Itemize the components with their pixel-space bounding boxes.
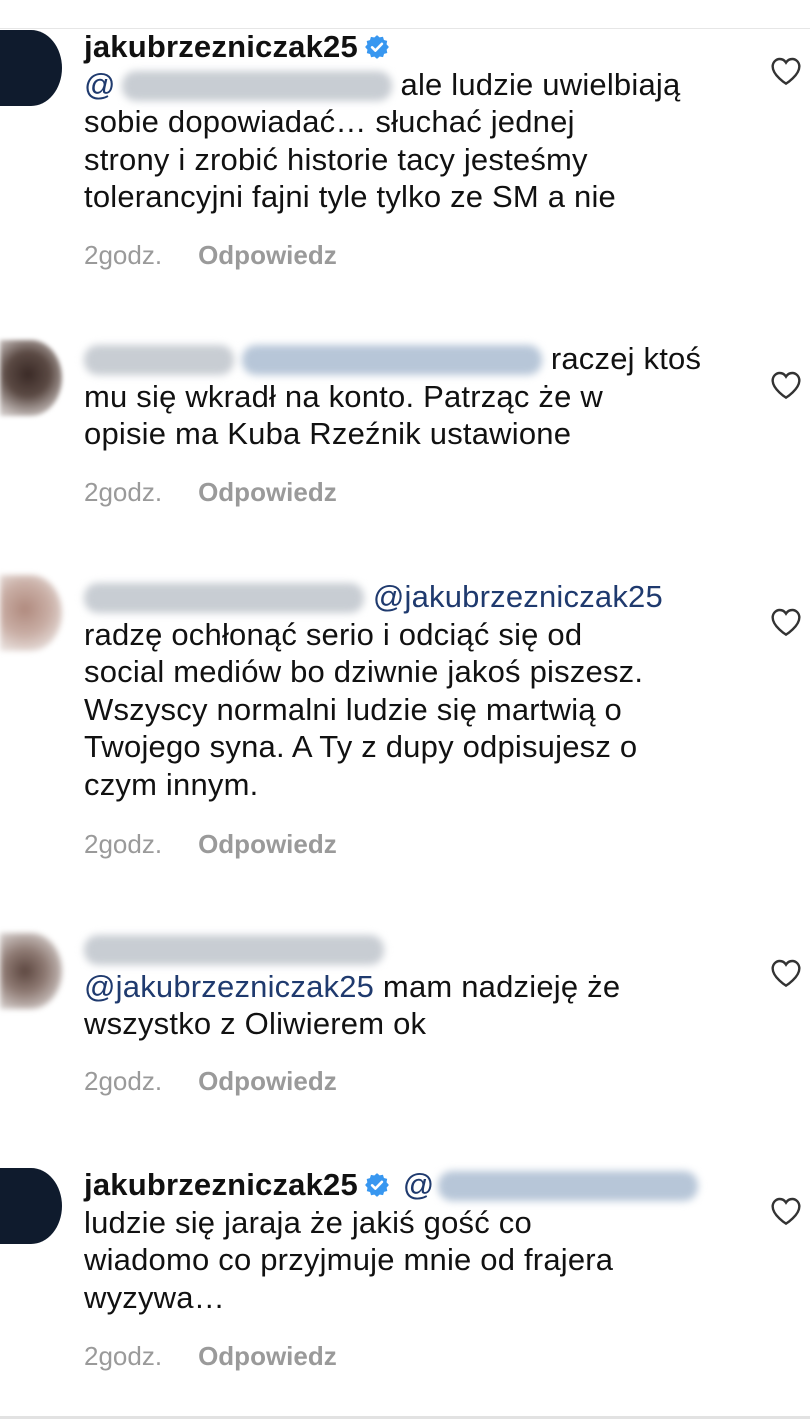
reply-button[interactable]: Odpowiedz [198, 829, 337, 859]
comment-line: @jakubrzezniczak25 [84, 578, 734, 616]
timestamp: 2godz. [84, 1341, 163, 1371]
blurred-username [84, 583, 364, 613]
comment-header-line: jakubrzezniczak25 [84, 28, 734, 66]
comment-line: ludzie się jaraja że jakiś gość co [84, 1204, 532, 1240]
comment-meta: 2godz. Odpowiedz [84, 1066, 337, 1097]
timestamp: 2godz. [84, 1066, 163, 1096]
comment-line: czym innym. [84, 766, 259, 802]
comment-line: @jakubrzezniczak25 mam nadzieję że [84, 968, 734, 1006]
timestamp: 2godz. [84, 829, 163, 859]
comment-text: ale ludzie uwielbiają [400, 66, 681, 102]
comment-line: Wszyscy normalni ludzie się martwią o [84, 691, 622, 727]
reply-button[interactable]: Odpowiedz [198, 477, 337, 507]
avatar[interactable] [0, 30, 62, 106]
blurred-mention [121, 70, 392, 101]
comment-line: social mediów bo dziwnie jakoś piszesz. [84, 654, 644, 689]
reply-button[interactable]: Odpowiedz [198, 1066, 337, 1096]
mention-link[interactable]: @ [84, 67, 116, 102]
timestamp: 2godz. [84, 477, 163, 507]
comment-body: raczej ktoś mu się wkradł na konto. Patr… [84, 340, 734, 453]
comment-text: raczej ktoś [550, 341, 702, 376]
heart-outline-icon[interactable] [770, 607, 802, 637]
mention-link[interactable]: @jakubrzezniczak25 [373, 579, 663, 614]
heart-outline-icon[interactable] [770, 1196, 802, 1226]
comment-body: jakubrzezniczak25 @ ludzie się jaraja że… [84, 1166, 734, 1316]
username[interactable]: jakubrzezniczak25 [84, 1167, 358, 1202]
heart-outline-icon[interactable] [770, 958, 802, 988]
verified-badge-icon [365, 35, 389, 59]
comment-meta: 2godz. Odpowiedz [84, 477, 337, 508]
avatar[interactable] [0, 575, 62, 651]
comment-line [84, 930, 734, 968]
avatar[interactable] [0, 340, 62, 416]
comment-line: tolerancyjni fajni tyle tylko ze SM a ni… [84, 179, 616, 214]
heart-outline-icon[interactable] [770, 370, 802, 400]
comment-line: wszystko z Oliwierem ok [84, 1006, 427, 1041]
comment-line: @ ale ludzie uwielbiają [84, 66, 734, 104]
comment-meta: 2godz. Odpowiedz [84, 1341, 337, 1372]
comment-line: Twojego syna. A Ty z dupy odpisujesz o [84, 729, 638, 764]
comment-text: mam nadzieję że [382, 968, 621, 1004]
comment-body: @jakubrzezniczak25 mam nadzieję że wszys… [84, 930, 734, 1043]
comment-line: opisie ma Kuba Rzeźnik ustawione [84, 416, 572, 451]
comment-line: raczej ktoś [84, 340, 734, 378]
avatar[interactable] [0, 1168, 62, 1244]
comment-body: jakubrzezniczak25 @ ale ludzie uwielbiaj… [84, 28, 734, 216]
reply-button[interactable]: Odpowiedz [198, 240, 337, 270]
blurred-mention [242, 345, 542, 375]
comment-body: @jakubrzezniczak25 radzę ochłonąć serio … [84, 578, 734, 803]
verified-badge-icon [365, 1173, 389, 1197]
mention-link[interactable]: @ [403, 1167, 435, 1202]
comment-line: radzę ochłonąć serio i odciąć się od [84, 616, 583, 652]
comment-line: jakubrzezniczak25 @ [84, 1166, 734, 1204]
mention-link[interactable]: @jakubrzezniczak25 [84, 969, 374, 1004]
timestamp: 2godz. [84, 240, 163, 270]
comment-line: strony i zrobić historie tacy jesteśmy [84, 141, 588, 177]
blurred-mention [438, 1171, 699, 1201]
comment-line: mu się wkradł na konto. Patrząc że w [84, 378, 603, 414]
comment-line: wiadomo co przyjmuje mnie od frajera [84, 1242, 614, 1277]
comment-line: sobie dopowiadać… słuchać jednej [84, 104, 575, 139]
blurred-username [84, 935, 384, 965]
comment-meta: 2godz. Odpowiedz [84, 240, 337, 271]
blurred-username [84, 345, 234, 375]
heart-outline-icon[interactable] [770, 56, 802, 86]
reply-button[interactable]: Odpowiedz [198, 1341, 337, 1371]
bottom-divider [0, 1416, 810, 1419]
comment-meta: 2godz. Odpowiedz [84, 829, 337, 860]
avatar[interactable] [0, 933, 62, 1009]
comment-line: wyzywa… [84, 1279, 225, 1315]
username[interactable]: jakubrzezniczak25 [84, 29, 358, 64]
